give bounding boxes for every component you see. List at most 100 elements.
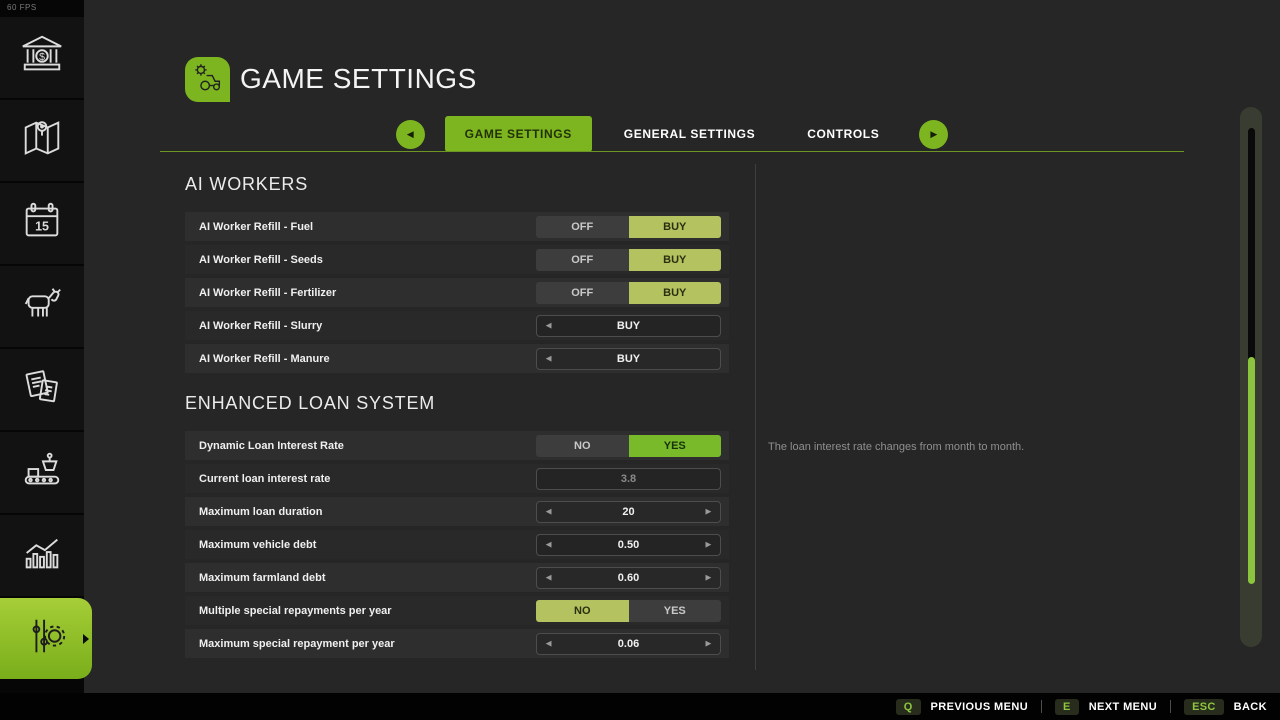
- toggle-option-off[interactable]: OFF: [536, 249, 629, 271]
- tabs-next-button[interactable]: ▶: [919, 120, 948, 149]
- stepper-value: 20: [622, 506, 634, 518]
- stepper-control: ◀0.06▶: [536, 633, 721, 655]
- toggle-option-no[interactable]: NO: [536, 435, 629, 457]
- toggle-control: NOYES: [536, 600, 721, 622]
- toggle-option-buy[interactable]: BUY: [629, 249, 722, 271]
- settings-row: AI Worker Refill - Manure◀BUY: [185, 344, 729, 373]
- fps-counter: 60 FPS: [7, 3, 37, 12]
- toggle-option-yes[interactable]: YES: [629, 600, 722, 622]
- key-badge: ESC: [1184, 699, 1224, 715]
- statistics-icon: [19, 530, 65, 581]
- sidebar-item-statistics[interactable]: [0, 515, 84, 596]
- sidebar-item-finances[interactable]: $: [0, 17, 84, 98]
- stepper-decrease-icon[interactable]: ◀: [546, 322, 551, 329]
- setting-label: Multiple special repayments per year: [199, 605, 392, 617]
- toggle-option-off[interactable]: OFF: [536, 216, 629, 238]
- game-settings-screen: 60 FPS $ 15: [0, 0, 1280, 720]
- stepper-control: ◀ 20 ▶: [536, 501, 721, 523]
- scrollbar-thumb[interactable]: [1248, 357, 1255, 584]
- sidebar-item-map[interactable]: [0, 100, 84, 181]
- map-icon: [19, 115, 65, 166]
- settings-row: Current loan interest rate3.8: [185, 464, 729, 493]
- sidebar-item-production[interactable]: [0, 432, 84, 513]
- stepper-decrease-icon[interactable]: ◀: [546, 508, 551, 515]
- svg-text:15: 15: [35, 220, 49, 234]
- cow-icon: [19, 281, 65, 332]
- tab-controls[interactable]: CONTROLS: [787, 116, 899, 152]
- toggle-control: OFFBUY: [536, 249, 721, 271]
- settings-row: AI Worker Refill - FertilizerOFFBUY: [185, 278, 729, 307]
- settings-row: Multiple special repayments per year NOYE…: [185, 596, 729, 625]
- toggle-control: OFFBUY: [536, 216, 721, 238]
- setting-label: Maximum farmland debt: [199, 572, 326, 584]
- settings-row: AI Worker Refill - Slurry◀BUY: [185, 311, 729, 340]
- sidebar-item-settings[interactable]: [0, 598, 92, 679]
- settings-list: AI WORKERSAI Worker Refill - FuelOFFBUYA…: [185, 164, 729, 662]
- toggle-option-no[interactable]: NO: [536, 600, 629, 622]
- hint-label: NEXT MENU: [1089, 701, 1157, 713]
- settings-row: Maximum special repayment per year ◀0.06▶: [185, 629, 729, 658]
- stepper-decrease-icon[interactable]: ◀: [546, 640, 551, 647]
- readonly-value-control: 3.8: [536, 468, 721, 490]
- tractor-gear-icon: [191, 60, 225, 99]
- sidebar-menu: $ 15: [0, 17, 96, 681]
- footer-hint-bar: Q PREVIOUS MENU E NEXT MENU ESCBACK: [0, 693, 1280, 720]
- tab-game-settings[interactable]: GAME SETTINGS: [445, 116, 592, 152]
- settings-icon: [23, 613, 69, 664]
- footer-hint-back[interactable]: ESCBACK: [1184, 699, 1267, 715]
- settings-row: Maximum vehicle debt◀0.50▶: [185, 530, 729, 559]
- settings-row: Maximum farmland debt ◀ 0.60 ▶: [185, 563, 729, 592]
- production-icon: [19, 447, 65, 498]
- calendar-icon: 15: [19, 198, 65, 249]
- stepper-increase-icon[interactable]: ▶: [706, 640, 711, 647]
- stepper-increase-icon[interactable]: ▶: [706, 574, 711, 581]
- panel-divider: [755, 164, 756, 670]
- settings-row: AI Worker Refill - SeedsOFFBUY: [185, 245, 729, 274]
- stepper-control: ◀ 0.60 ▶: [536, 567, 721, 589]
- sidebar-item-contracts[interactable]: [0, 349, 84, 430]
- settings-row: Dynamic Loan Interest Rate NOYES: [185, 431, 729, 460]
- section-title: ENHANCED LOAN SYSTEM: [185, 393, 729, 414]
- toggle-option-buy[interactable]: BUY: [629, 282, 722, 304]
- sidebar-item-animals[interactable]: [0, 266, 84, 347]
- hint-divider: [1170, 700, 1171, 713]
- section-title: AI WORKERS: [185, 174, 729, 195]
- tab-general-settings[interactable]: GENERAL SETTINGS: [604, 116, 775, 152]
- page-title: GAME SETTINGS: [240, 63, 477, 95]
- sidebar-item-calendar[interactable]: 15: [0, 183, 84, 264]
- key-badge: Q: [896, 699, 921, 715]
- settings-row: Maximum loan duration◀20▶: [185, 497, 729, 526]
- stepper-control: ◀BUY: [536, 348, 721, 370]
- setting-description: The loan interest rate changes from mont…: [768, 441, 1198, 453]
- toggle-control: OFFBUY: [536, 282, 721, 304]
- chevron-left-icon: ◀: [407, 129, 414, 140]
- footer-hint-next-menu[interactable]: E NEXT MENU: [1055, 699, 1157, 715]
- settings-section: ENHANCED LOAN SYSTEM Dynamic Loan Interes…: [185, 393, 729, 658]
- setting-label: Dynamic Loan Interest Rate: [199, 440, 344, 452]
- footer-hint-previous-menu[interactable]: Q PREVIOUS MENU: [896, 699, 1028, 715]
- selected-arrow-icon: [83, 634, 89, 644]
- sidebar: 60 FPS $ 15: [0, 0, 84, 693]
- stepper-decrease-icon[interactable]: ◀: [546, 541, 551, 548]
- setting-label: AI Worker Refill - Slurry: [199, 320, 322, 332]
- contracts-icon: [19, 364, 65, 415]
- toggle-option-yes[interactable]: YES: [629, 435, 722, 457]
- tabs-prev-button[interactable]: ◀: [396, 120, 425, 149]
- stepper-decrease-icon[interactable]: ◀: [546, 574, 551, 581]
- stepper-decrease-icon[interactable]: ◀: [546, 355, 551, 362]
- toggle-option-buy[interactable]: BUY: [629, 216, 722, 238]
- tab-underline: [160, 151, 1184, 152]
- stepper-value: 0.50: [618, 539, 639, 551]
- toggle-option-off[interactable]: OFF: [536, 282, 629, 304]
- stepper-value: 0.60: [618, 572, 639, 584]
- setting-label: Maximum special repayment per year: [199, 638, 395, 650]
- scrollbar[interactable]: [1240, 107, 1262, 647]
- toggle-control: NOYES: [536, 435, 721, 457]
- stepper-increase-icon[interactable]: ▶: [706, 508, 711, 515]
- stepper-increase-icon[interactable]: ▶: [706, 541, 711, 548]
- key-badge: E: [1055, 699, 1079, 715]
- setting-label: AI Worker Refill - Fuel: [199, 221, 313, 233]
- stepper-control: ◀ 0.50 ▶: [536, 534, 721, 556]
- hint-label: PREVIOUS MENU: [931, 701, 1029, 713]
- settings-section: AI WORKERSAI Worker Refill - FuelOFFBUYA…: [185, 174, 729, 373]
